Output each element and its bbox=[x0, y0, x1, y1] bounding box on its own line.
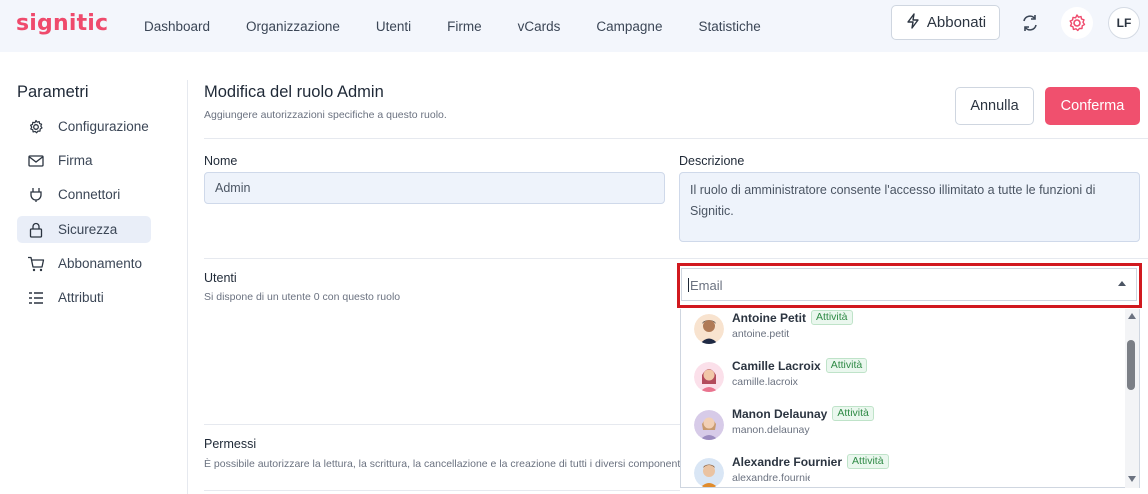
sidebar-item-label: Firma bbox=[58, 153, 93, 168]
nav-statistiche[interactable]: Statistiche bbox=[698, 19, 760, 34]
top-bar: signitic Dashboard Organizzazione Utenti… bbox=[0, 0, 1148, 52]
sidebar-item-label: Attributi bbox=[58, 290, 104, 305]
sidebar-item-connettori[interactable]: Connettori bbox=[17, 181, 151, 208]
avatar bbox=[694, 410, 724, 440]
scrollbar-thumb[interactable] bbox=[1127, 340, 1135, 390]
name-field[interactable]: Admin bbox=[204, 172, 665, 204]
user-email: antoine.petit bbox=[732, 328, 790, 340]
section-divider bbox=[204, 490, 680, 491]
status-badge: Attività bbox=[825, 358, 868, 373]
nav-dashboard[interactable]: Dashboard bbox=[144, 19, 210, 34]
header-divider bbox=[204, 138, 1148, 139]
sidebar-item-label: Abbonamento bbox=[58, 256, 143, 271]
status-badge: Attività bbox=[847, 454, 889, 469]
user-email: camille.lacroix bbox=[732, 376, 798, 388]
user-name: Camille Lacroix bbox=[732, 358, 821, 373]
users-section-sub: Si dispone di un utente 0 con questo ruo… bbox=[204, 291, 401, 303]
plug-icon bbox=[26, 185, 46, 205]
description-field[interactable]: Il ruolo di amministratore consente l'ac… bbox=[679, 172, 1140, 242]
list-item[interactable]: Manon Delaunay Attività manon.delaunay bbox=[694, 406, 1114, 446]
nav-campagne[interactable]: Campagne bbox=[596, 19, 662, 34]
sidebar-title: Parametri bbox=[17, 83, 89, 101]
name-label: Nome bbox=[204, 154, 238, 168]
user-dropdown-list[interactable]: Antoine Petit Attività antoine.petit Cami… bbox=[680, 309, 1140, 488]
section-divider bbox=[204, 258, 1148, 259]
users-section-label: Utenti bbox=[204, 271, 237, 285]
avatar bbox=[694, 362, 724, 392]
section-divider bbox=[204, 424, 680, 425]
sidebar-item-configurazione[interactable]: Configurazione bbox=[17, 113, 151, 140]
sidebar-divider bbox=[187, 80, 188, 494]
list-item[interactable]: Camille Lacroix Attività camille.lacroix bbox=[694, 358, 1114, 398]
subscribe-label: Abbonati bbox=[926, 14, 987, 31]
avatar bbox=[694, 458, 724, 487]
scroll-up-arrow-icon[interactable] bbox=[1128, 313, 1136, 319]
list-icon bbox=[26, 288, 46, 308]
page-title: Modifica del ruolo Admin bbox=[204, 83, 384, 101]
sidebar-item-sicurezza[interactable]: Sicurezza bbox=[17, 216, 151, 243]
dropdown-scrollbar[interactable] bbox=[1125, 309, 1139, 488]
description-label: Descrizione bbox=[679, 154, 745, 168]
page-subtitle: Aggiungere autorizzazioni specifiche a q… bbox=[204, 109, 447, 121]
list-item[interactable]: Alexandre Fournier Attività alexandre.fou… bbox=[694, 454, 1114, 487]
user-name: Manon Delaunay bbox=[732, 406, 828, 421]
avatar bbox=[694, 314, 724, 344]
refresh-icon[interactable] bbox=[1014, 7, 1046, 39]
sidebar-item-label: Sicurezza bbox=[58, 222, 118, 237]
user-name: Antoine Petit bbox=[732, 310, 806, 325]
nav-vcards[interactable]: vCards bbox=[518, 19, 561, 34]
main-nav: Dashboard Organizzazione Utenti Firme vC… bbox=[126, 0, 779, 52]
scroll-down-arrow-icon[interactable] bbox=[1128, 476, 1136, 482]
confirm-button[interactable]: Conferma bbox=[1045, 87, 1140, 125]
user-email: manon.delaunay bbox=[732, 424, 810, 436]
mail-icon bbox=[26, 151, 46, 171]
nav-organizzazione[interactable]: Organizzazione bbox=[246, 19, 340, 34]
nav-firme[interactable]: Firme bbox=[447, 19, 482, 34]
lightning-icon bbox=[905, 12, 921, 33]
permissions-section-sub: È possibile autorizzare la lettura, la s… bbox=[204, 458, 680, 470]
settings-gear-icon[interactable] bbox=[1061, 7, 1093, 39]
cart-icon bbox=[26, 254, 46, 274]
nav-utenti[interactable]: Utenti bbox=[376, 19, 411, 34]
sidebar-item-abbonamento[interactable]: Abbonamento bbox=[17, 250, 151, 277]
gear-icon bbox=[26, 117, 46, 137]
list-item[interactable]: Antoine Petit Attività antoine.petit bbox=[694, 310, 1114, 350]
highlight-box bbox=[677, 263, 1142, 308]
sidebar-item-firma[interactable]: Firma bbox=[17, 147, 151, 174]
permissions-section-label: Permessi bbox=[204, 437, 257, 451]
user-avatar[interactable]: LF bbox=[1108, 7, 1140, 39]
subscribe-button[interactable]: Abbonati bbox=[891, 5, 1000, 40]
signitic-logo[interactable]: signitic bbox=[16, 11, 108, 36]
cancel-button[interactable]: Annulla bbox=[955, 87, 1034, 125]
status-badge: Attività bbox=[811, 310, 853, 325]
sidebar-item-attributi[interactable]: Attributi bbox=[17, 284, 151, 311]
status-badge: Attività bbox=[832, 406, 874, 421]
sidebar-item-label: Connettori bbox=[58, 187, 121, 202]
sidebar-item-label: Configurazione bbox=[58, 119, 149, 134]
user-name: Alexandre Fournier bbox=[732, 454, 843, 469]
user-email: alexandre.fournier bbox=[732, 472, 810, 484]
lock-icon bbox=[26, 220, 46, 240]
